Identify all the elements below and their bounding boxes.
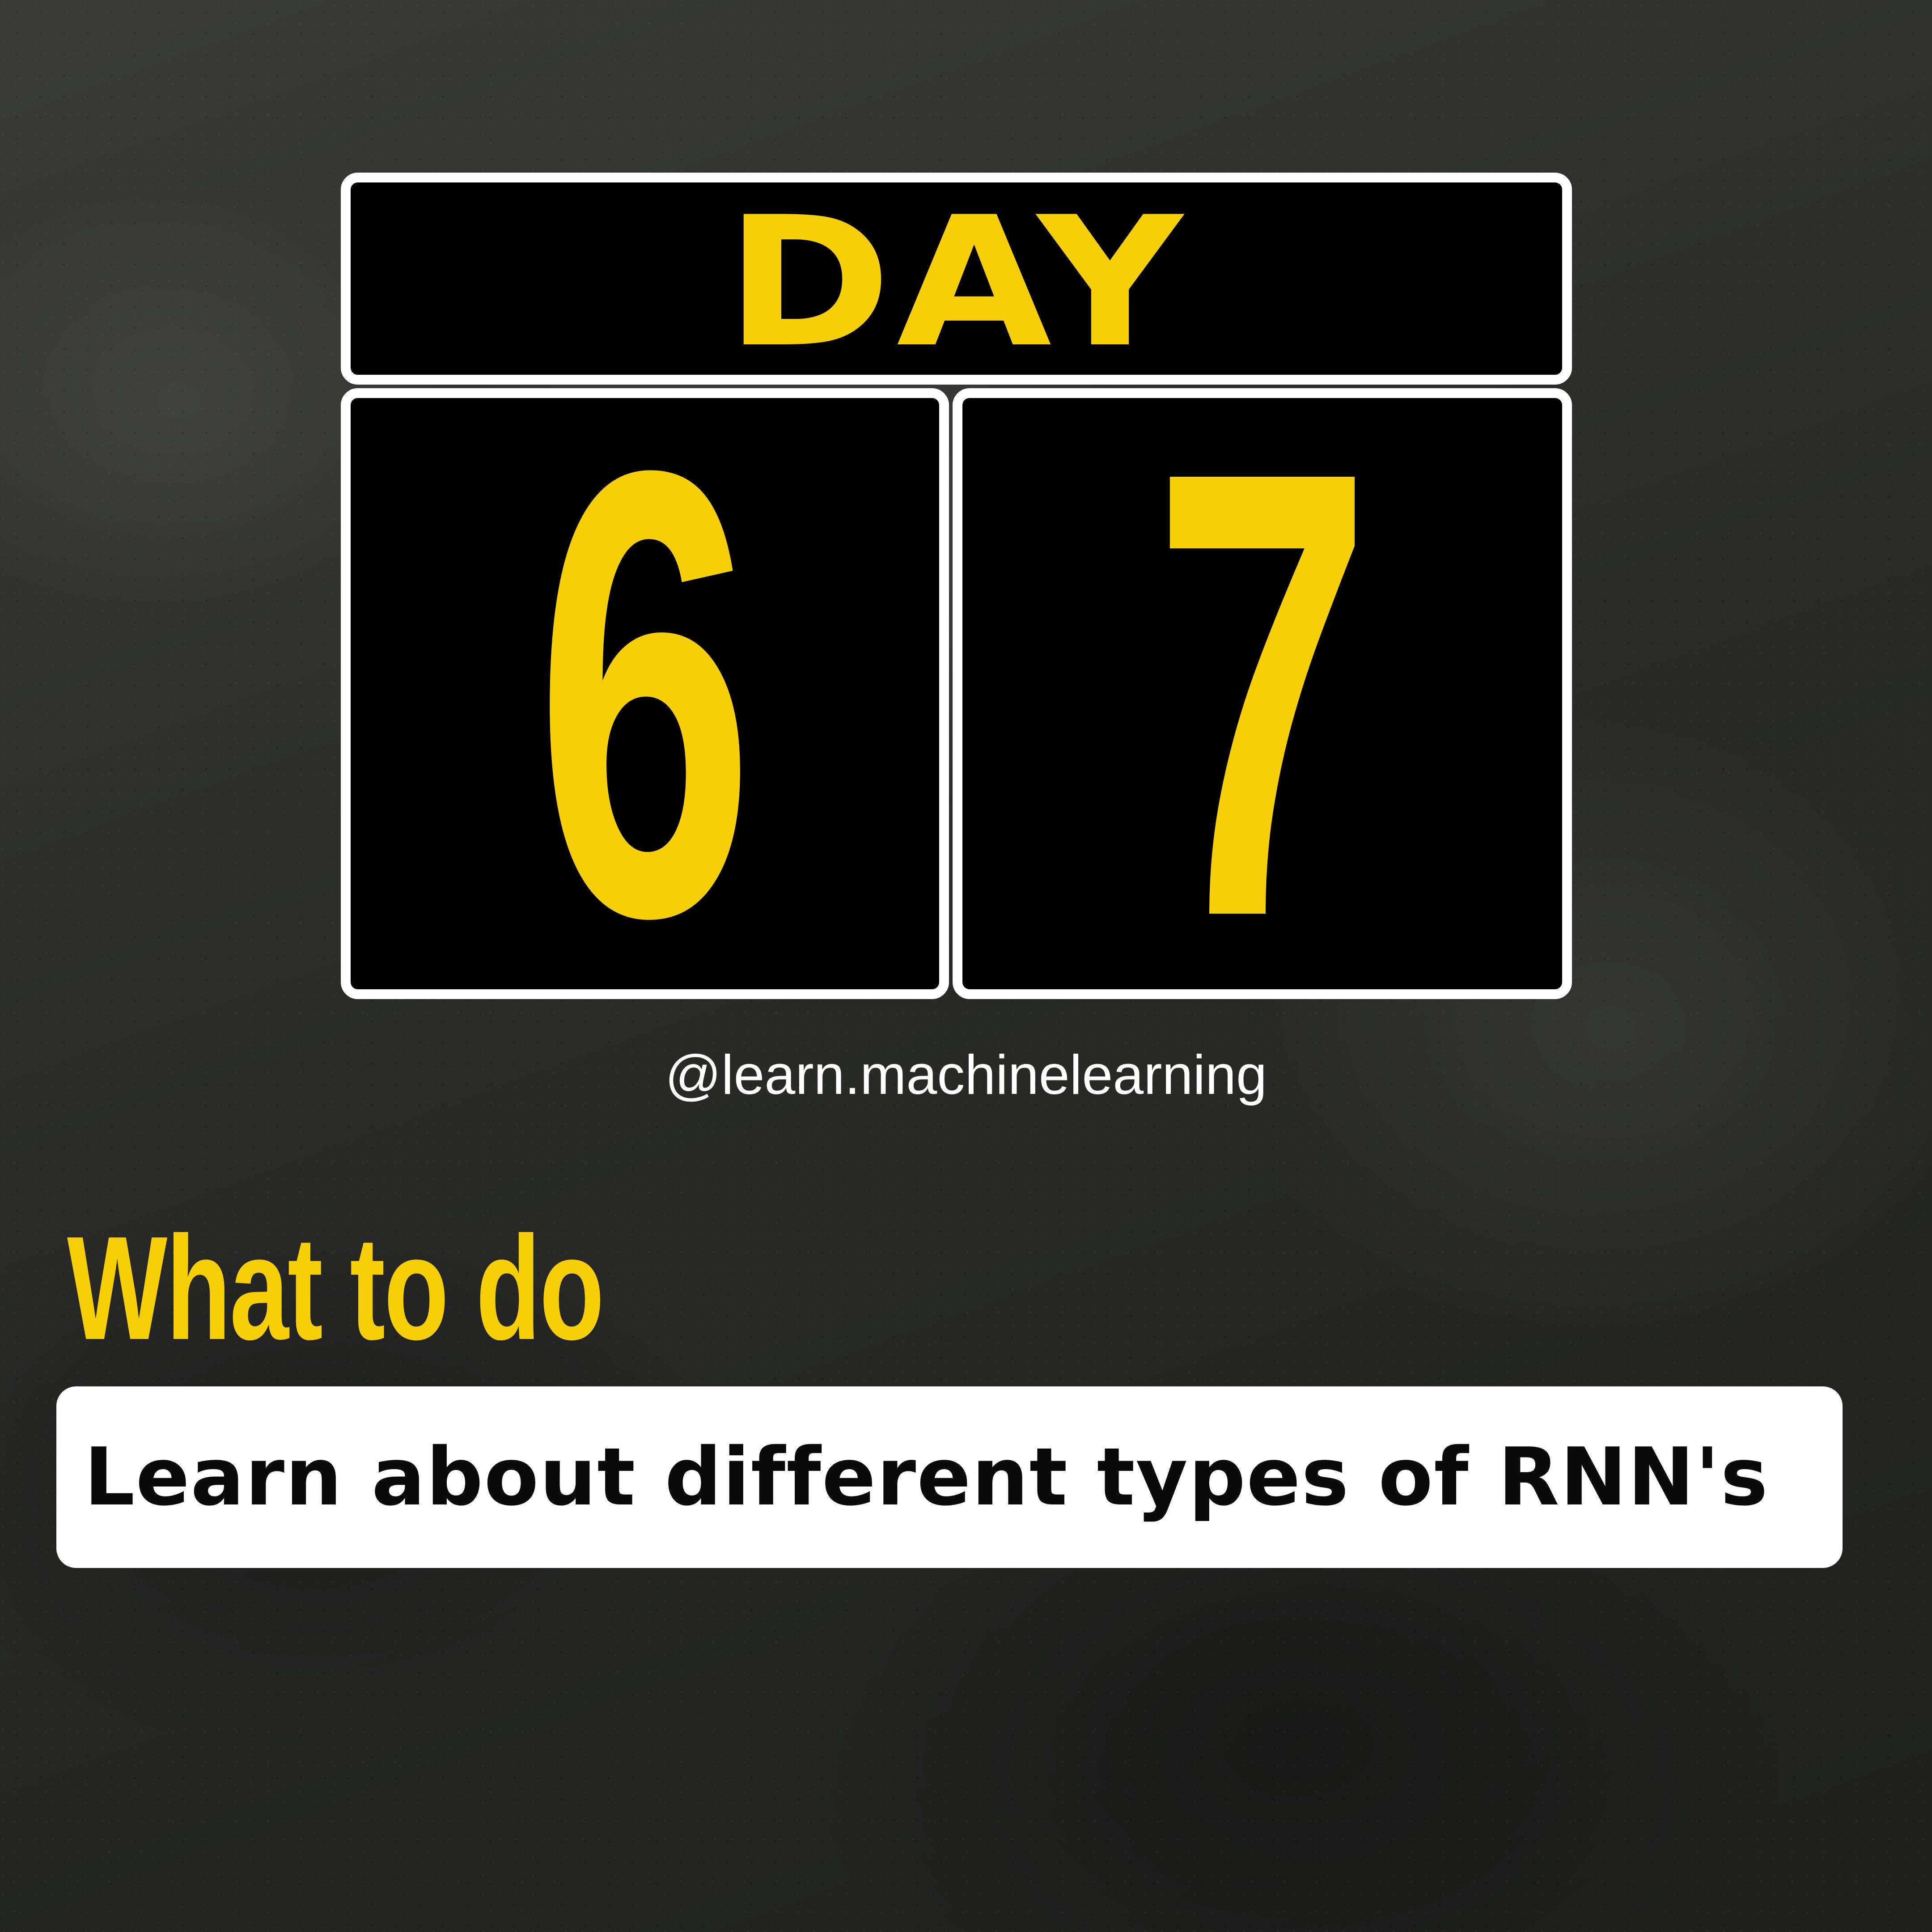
day-label: DAY bbox=[725, 179, 1188, 387]
day-digit-ones: 7 bbox=[1152, 388, 1372, 999]
section-heading: What to do bbox=[67, 1205, 604, 1370]
day-label-panel: DAY bbox=[341, 173, 1572, 385]
task-card: Learn about different types of RNN's bbox=[56, 1386, 1843, 1568]
day-digit-ones-panel: 7 bbox=[953, 388, 1572, 999]
day-digit-tens-panel: 6 bbox=[341, 388, 949, 999]
day-digit-tens: 6 bbox=[535, 388, 754, 999]
account-handle: @learn.machinelearning bbox=[665, 1044, 1267, 1106]
task-text: Learn about different types of RNN's bbox=[84, 1431, 1769, 1523]
